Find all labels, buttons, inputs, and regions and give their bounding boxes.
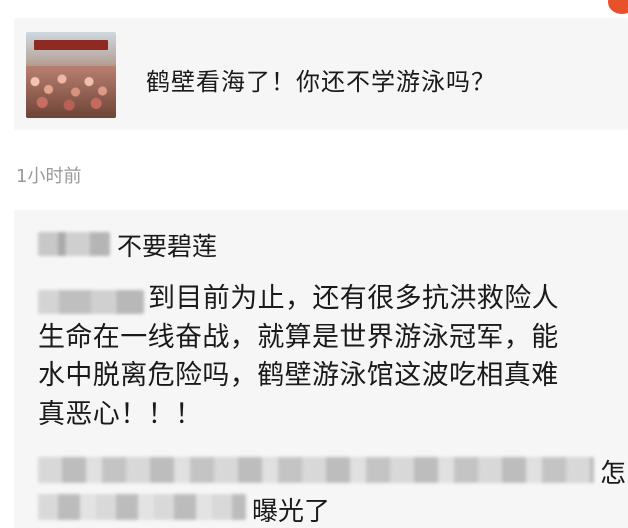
- post-timestamp: 1小时前: [16, 166, 82, 187]
- redacted-avatar-name: [38, 232, 110, 256]
- comment-line-3: 水中脱离危险吗，鹤壁游泳馆这波吃相真难: [38, 360, 559, 391]
- thumbnail-crowd: [26, 66, 116, 118]
- comment-line-1: 到目前为止，还有很多抗洪救险人: [148, 283, 559, 314]
- notification-dot: [608, 0, 628, 14]
- comment-card: 不要碧莲 到目前为止，还有很多抗洪救险人 生命在一线奋战，就算是世界游泳冠军，能…: [14, 210, 628, 528]
- comment-body: 到目前为止，还有很多抗洪救险人 生命在一线奋战，就算是世界游泳冠军，能 水中脱离…: [38, 280, 628, 434]
- redacted-reply-line-1: [38, 457, 594, 483]
- thumbnail-banner: [34, 40, 108, 50]
- reply-fragment-2: 曝光了: [252, 497, 331, 527]
- comment-username[interactable]: 不要碧莲: [117, 227, 217, 263]
- shared-link-thumbnail: [26, 32, 116, 118]
- shared-link-title: 鹤壁看海了！你还不学游泳吗？: [146, 68, 496, 96]
- redacted-reply-line-2: [38, 494, 246, 520]
- comment-line-2: 生命在一线奋战，就算是世界游泳冠军，能: [38, 321, 559, 353]
- shared-link-card[interactable]: 鹤壁看海了！你还不学游泳吗？: [14, 18, 628, 130]
- reply-fragment-1: 怎: [600, 459, 627, 489]
- comment-line-4: 真恶心！！！: [38, 398, 203, 430]
